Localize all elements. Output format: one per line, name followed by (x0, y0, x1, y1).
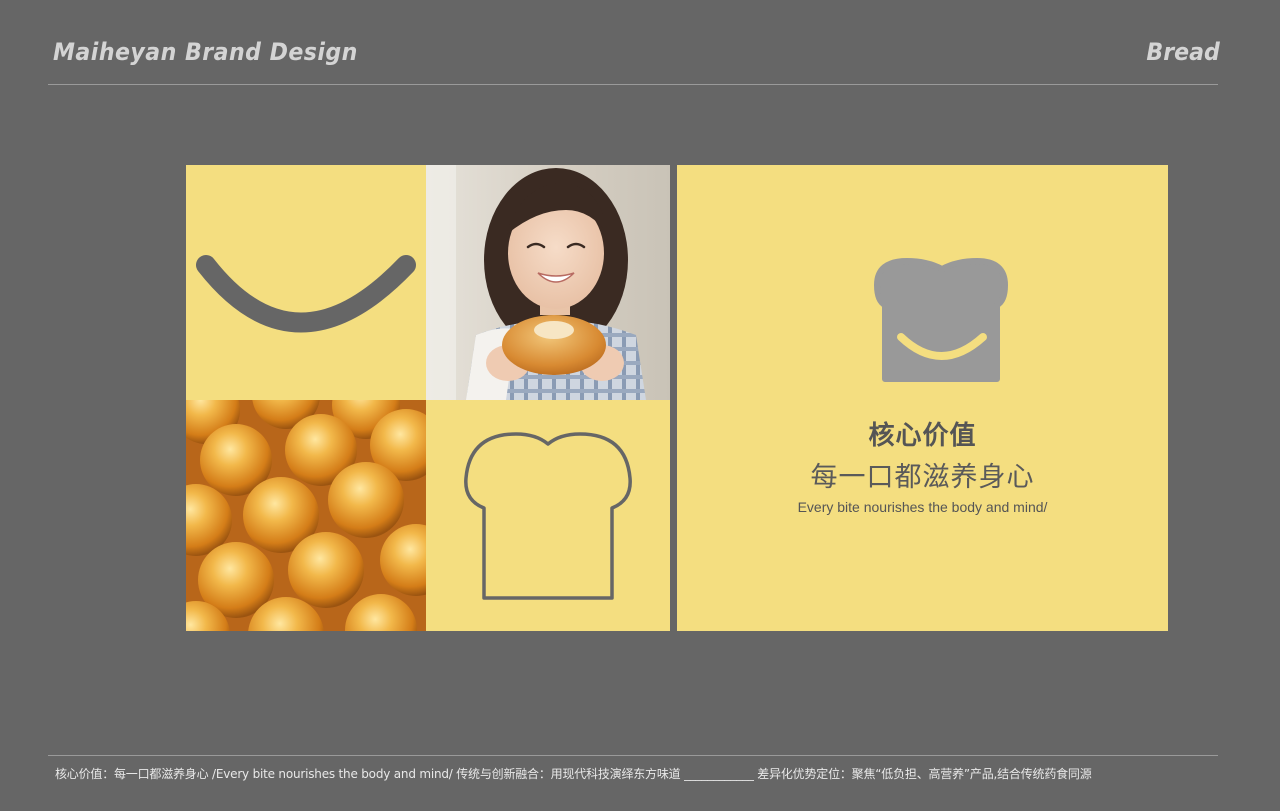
footer-note: 核心价值：每一口都滋养身心 /Every bite nourishes the … (55, 767, 1092, 781)
smile-curve-icon (196, 255, 416, 333)
value-english: Every bite nourishes the body and mind/ (797, 499, 1048, 515)
bread-outline-icon (464, 432, 632, 600)
footer-divider (48, 755, 1218, 756)
value-title: 核心价值 (868, 421, 977, 451)
bread-smile-logo-icon (874, 258, 1008, 382)
bread-outline-tile (426, 400, 670, 631)
buns-illustration (186, 400, 426, 631)
smile-tile (186, 165, 426, 400)
photo-illustration (426, 165, 670, 400)
girl-eating-bread-photo (426, 165, 670, 400)
baked-buns-photo (186, 400, 426, 631)
brand-title: Maiheyan Brand Design (53, 38, 358, 66)
header-divider (48, 84, 1218, 85)
category-label: Bread (1146, 38, 1220, 66)
value-slogan: 每一口都滋养身心 (810, 462, 1035, 493)
core-value-panel: 核心价值 每一口都滋养身心 Every bite nourishes the b… (677, 165, 1168, 631)
